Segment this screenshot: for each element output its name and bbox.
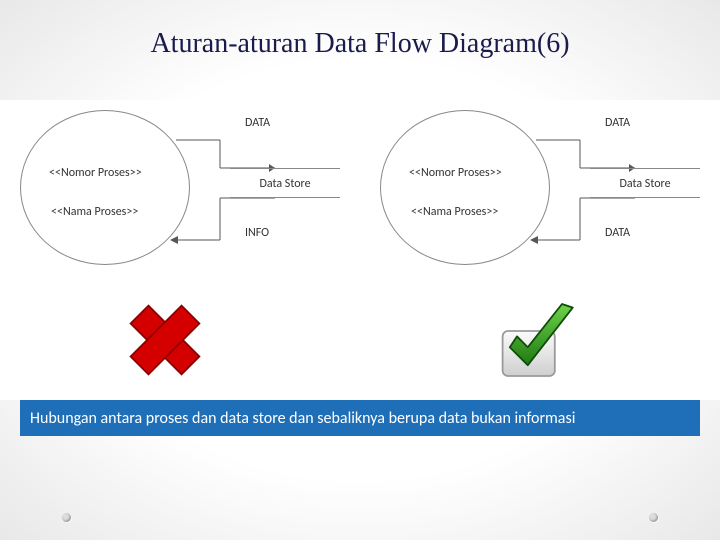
diagram-incorrect: <<Nomor Proses>> <<Nama Proses>> DATA Da… [20,100,370,290]
process-circle: <<Nomor Proses>> <<Nama Proses>> [380,110,550,265]
caption-bar: Hubungan antara proses dan data store da… [20,400,700,436]
next-slide-button[interactable] [649,513,658,522]
process-number: <<Nomor Proses>> [49,166,142,180]
slide-title: Aturan-aturan Data Flow Diagram(6) [0,0,720,60]
process-number: <<Nomor Proses>> [409,166,502,180]
flow-out-label: INFO [245,226,269,240]
process-circle: <<Nomor Proses>> <<Nama Proses>> [20,110,190,265]
flow-out-label: DATA [605,226,630,240]
content-band: <<Nomor Proses>> <<Nama Proses>> DATA Da… [0,100,720,400]
wrong-icon [120,295,210,385]
process-name: <<Nama Proses>> [411,205,498,219]
diagram-correct: <<Nomor Proses>> <<Nama Proses>> DATA Da… [380,100,720,290]
correct-icon [490,295,580,385]
data-store: Data Store [590,168,700,198]
flow-in-label: DATA [605,116,630,130]
flow-in-label: DATA [245,116,270,130]
caption-text: Hubungan antara proses dan data store da… [30,409,575,428]
prev-slide-button[interactable] [62,513,71,522]
data-store: Data Store [230,168,340,198]
process-name: <<Nama Proses>> [51,205,138,219]
